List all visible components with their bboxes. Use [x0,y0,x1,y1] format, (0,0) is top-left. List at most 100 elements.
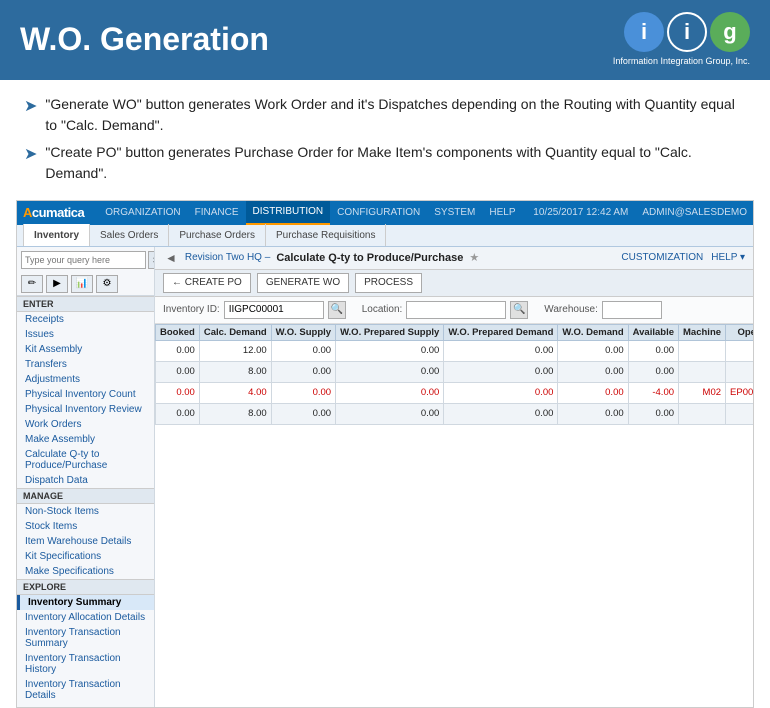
table-cell-r3-c8 [726,403,753,424]
inventory-id-field: Inventory ID: 🔍 [163,301,346,319]
sidebar-link-kit-assembly[interactable]: Kit Assembly [17,342,154,357]
page-header: W.O. Generation i i g Information Integr… [0,0,770,80]
nav-distribution[interactable]: DISTRIBUTION [246,201,331,225]
sidebar-link-inventory-transaction-summary[interactable]: Inventory Transaction Summary [17,625,154,651]
table-cell-r3-c4: 0.00 [444,403,558,424]
nav-system[interactable]: SYSTEM [427,201,482,225]
sidebar-link-stock-items[interactable]: Stock Items [17,519,154,534]
form-area: Inventory ID: 🔍 Location: 🔍 Warehouse: [155,297,753,324]
col-booked: Booked [156,324,200,340]
bullet-text-1: "Generate WO" button generates Work Orde… [45,94,746,136]
search-input[interactable] [21,251,146,269]
table-cell-r3-c6: 0.00 [628,403,678,424]
tab-sales-orders[interactable]: Sales Orders [90,224,169,246]
data-table: Booked Calc. Demand W.O. Supply W.O. Pre… [155,324,753,425]
sidebar-link-physical-review[interactable]: Physical Inventory Review [17,402,154,417]
generate-wo-button[interactable]: GENERATE WO [257,273,349,293]
table-cell-r0-c7 [679,340,726,361]
page-title: W.O. Generation [20,21,269,58]
col-available: Available [628,324,678,340]
sidebar-link-inventory-transaction-history[interactable]: Inventory Transaction History [17,651,154,677]
tab-inventory[interactable]: Inventory [23,224,90,246]
sidebar-link-issues[interactable]: Issues [17,327,154,342]
sidebar-link-non-stock[interactable]: Non-Stock Items [17,504,154,519]
inventory-id-label: Inventory ID: [163,304,220,315]
table-cell-r0-c6: 0.00 [628,340,678,361]
pencil-button[interactable]: ✏ [21,275,43,293]
table-cell-r3-c7 [679,403,726,424]
create-po-button[interactable]: ← CREATE PO [163,273,251,293]
table-cell-r3-c0: 0.00 [156,403,200,424]
settings-button[interactable]: ⚙ [96,275,118,293]
sidebar-link-item-warehouse[interactable]: Item Warehouse Details [17,534,154,549]
col-operator: Operator [726,324,753,340]
back-arrow[interactable]: ◄ [163,251,179,265]
sidebar-link-calc-qty[interactable]: Calculate Q-ty to Produce/Purchase [17,447,154,473]
favorite-star-icon[interactable]: ★ [469,251,479,264]
sidebar-link-transfers[interactable]: Transfers [17,357,154,372]
col-wo-prepared-supply: W.O. Prepared Supply [336,324,444,340]
warehouse-input[interactable] [602,301,662,319]
content-area: Search ✏ ▶ 📊 ⚙ ENTER Receipts Issues Kit… [17,247,753,707]
inventory-id-search-icon[interactable]: 🔍 [328,301,346,319]
table-cell-r2-c5: 0.00 [558,382,628,403]
table-cell-r2-c3: 0.00 [336,382,444,403]
logo-container: i i g Information Integration Group, Inc… [613,12,750,68]
nav-configuration[interactable]: CONFIGURATION [330,201,427,225]
sidebar-section-enter: ENTER [17,296,154,312]
sidebar-link-work-orders[interactable]: Work Orders [17,417,154,432]
table-cell-r0-c0: 0.00 [156,340,200,361]
nav-finance[interactable]: FINANCE [188,201,246,225]
help-link[interactable]: HELP ▾ [711,252,745,263]
process-button[interactable]: PROCESS [355,273,422,293]
table-cell-r2-c6: -4.00 [628,382,678,403]
location-field: Location: 🔍 [362,301,529,319]
table-cell-r2-c8: EP00000004 [726,382,753,403]
table-cell-r1-c6: 0.00 [628,361,678,382]
nav-right: 10/25/2017 12:42 AM ADMIN@SALESDEMO [533,207,747,218]
sidebar-search-area: Search [17,247,154,273]
warehouse-label: Warehouse: [544,304,598,315]
nav-help[interactable]: HELP [482,201,522,225]
top-nav: Acumatica ORGANIZATION FINANCE DISTRIBUT… [17,201,753,225]
sidebar-section-manage: MANAGE [17,488,154,504]
location-search-icon[interactable]: 🔍 [510,301,528,319]
sidebar-link-kit-specs[interactable]: Kit Specifications [17,549,154,564]
tab-purchase-requisitions[interactable]: Purchase Requisitions [266,224,387,246]
logo-i2-icon: i [667,12,707,52]
tab-purchase-orders[interactable]: Purchase Orders [169,224,266,246]
table-row: 0.008.000.000.000.000.000.000.000.00 [156,361,754,382]
inventory-id-input[interactable] [224,301,324,319]
nav-organization[interactable]: ORGANIZATION [98,201,187,225]
col-wo-demand: W.O. Demand [558,324,628,340]
bullet-2: ➤ "Create PO" button generates Purchase … [24,142,746,184]
table-cell-r2-c2: 0.00 [271,382,335,403]
customization-link[interactable]: CUSTOMIZATION [621,252,703,263]
table-cell-r0-c8 [726,340,753,361]
sidebar-link-adjustments[interactable]: Adjustments [17,372,154,387]
sidebar-link-receipts[interactable]: Receipts [17,312,154,327]
sidebar-link-dispatch[interactable]: Dispatch Data [17,473,154,488]
table-cell-r0-c1: 12.00 [199,340,271,361]
sidebar-link-inventory-transaction-details[interactable]: Inventory Transaction Details [17,677,154,703]
search-button[interactable]: Search [148,251,155,269]
second-nav: Inventory Sales Orders Purchase Orders P… [17,225,753,247]
location-input[interactable] [406,301,506,319]
sidebar-link-inventory-allocation[interactable]: Inventory Allocation Details [17,610,154,625]
bullet-1: ➤ "Generate WO" button generates Work Or… [24,94,746,136]
toolbar: ← CREATE PO GENERATE WO PROCESS [155,270,753,297]
table-cell-r2-c1: 4.00 [199,382,271,403]
table-cell-r1-c3: 0.00 [336,361,444,382]
sidebar-link-physical-count[interactable]: Physical Inventory Count [17,387,154,402]
main-panel: ◄ Revision Two HQ – Calculate Q-ty to Pr… [155,247,753,707]
logo-i-icon: i [624,12,664,52]
breadcrumb-link[interactable]: Revision Two HQ [185,252,262,263]
page-header-right: CUSTOMIZATION HELP ▾ [621,252,745,263]
col-machine: Machine [679,324,726,340]
chart-button[interactable]: 📊 [71,275,93,293]
sidebar-link-make-specs[interactable]: Make Specifications [17,564,154,579]
play-button[interactable]: ▶ [46,275,68,293]
table-cell-r1-c5: 0.00 [558,361,628,382]
sidebar-link-make-assembly[interactable]: Make Assembly [17,432,154,447]
logo-g-icon: g [710,12,750,52]
